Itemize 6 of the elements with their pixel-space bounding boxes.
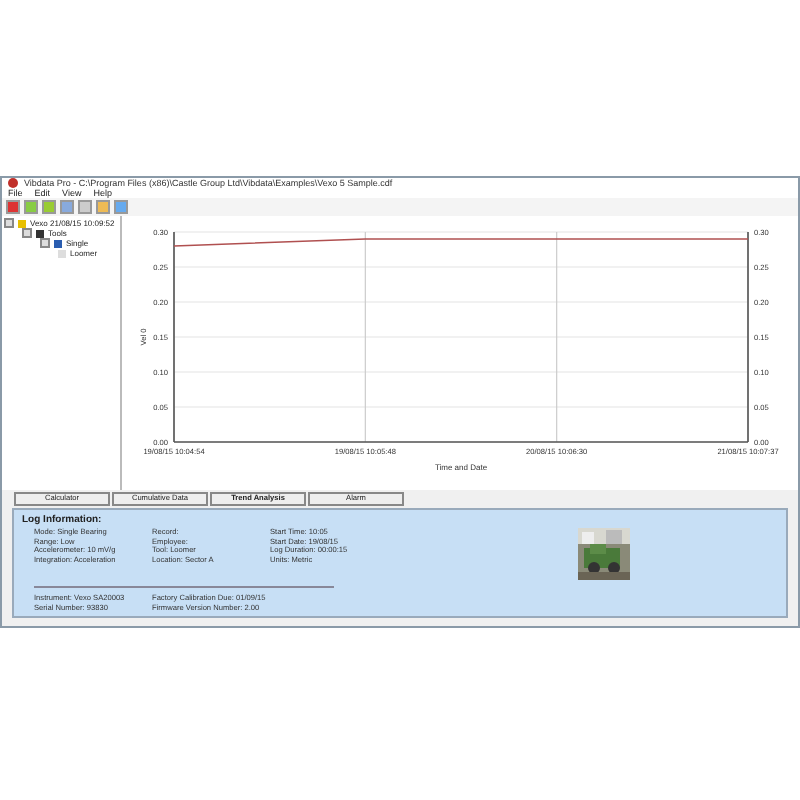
- node-icon: [18, 219, 26, 227]
- app-icon: [8, 178, 18, 188]
- expand-toggle[interactable]: [4, 218, 14, 228]
- node-icon: [36, 229, 44, 237]
- expand-toggle[interactable]: [22, 228, 32, 238]
- expand-toggle[interactable]: [40, 238, 50, 248]
